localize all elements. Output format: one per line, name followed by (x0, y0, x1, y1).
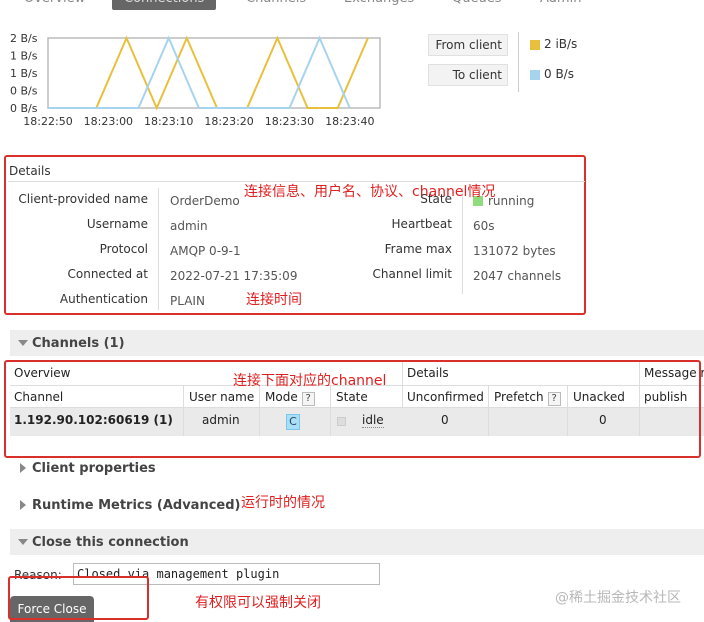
authentication-label: Authentication (59, 292, 148, 306)
details-right-divider (462, 188, 463, 294)
top-tabs: Overview Connections Channels Exchanges … (0, 0, 704, 10)
details-annotation: 连接信息、用户名、协议、channel情况 (244, 184, 496, 200)
data-rates-chart: 2 B/s 1 B/s 1 B/s 0 B/s 0 B/s 18:22:50 18:23:0… (0, 30, 420, 135)
close-connection-section-header[interactable]: Close this connection (10, 529, 704, 555)
legend-row-from-client: From client 2 iB/s (428, 34, 598, 60)
runtime-annotation: 运行时的情况 (241, 495, 325, 511)
channel-limit-value: 2047 channels (473, 269, 562, 283)
y-tick-label: 0 B/s (10, 102, 38, 115)
x-tick-label: 18:22:50 (23, 115, 72, 128)
details-title: Details (9, 164, 51, 178)
to-client-rate: 0 B/s (544, 67, 574, 81)
x-tick-label: 18:23:10 (144, 115, 193, 128)
tab-admin[interactable]: Admin (540, 0, 581, 10)
x-tick-label: 18:23:40 (325, 115, 374, 128)
heartbeat-value: 60s (473, 219, 495, 233)
watermark-text: @稀土掘金技术社区 (555, 590, 681, 606)
protocol-value: AMQP 0-9-1 (170, 244, 241, 258)
tab-channels[interactable]: Channels (246, 0, 306, 10)
frame-max-label: Frame max (384, 242, 452, 256)
legend-row-to-client: To client 0 B/s (428, 64, 598, 90)
client-name-value: OrderDemo (170, 194, 240, 208)
tab-connections[interactable]: Connections (112, 0, 217, 10)
x-tick-label: 18:23:00 (84, 115, 133, 128)
runtime-metrics-title: Runtime Metrics (Advanced) (32, 498, 241, 513)
client-name-label: Client-provided name (18, 192, 148, 206)
tab-queues[interactable]: Queues (452, 0, 501, 10)
close-highlight-box (8, 576, 149, 620)
runtime-metrics-section-header[interactable]: Runtime Metrics (Advanced) (10, 492, 704, 518)
protocol-label: Protocol (99, 242, 148, 256)
from-client-rate: 2 iB/s (544, 37, 578, 51)
chevron-right-icon (20, 463, 26, 473)
connected-at-value: 2022-07-21 17:35:09 (170, 269, 298, 283)
to-client-button[interactable]: To client (428, 64, 508, 86)
frame-max-value: 131072 bytes (473, 244, 556, 258)
channels-annotation: 连接下面对应的channel (233, 373, 387, 389)
chevron-down-icon (18, 340, 28, 346)
y-tick-label: 1 B/s (10, 50, 38, 63)
client-properties-section-header[interactable]: Client properties (10, 455, 704, 481)
chevron-right-icon (20, 500, 26, 510)
y-tick-label: 1 B/s (10, 67, 38, 80)
channels-section-title: Channels (1) (32, 336, 125, 351)
tab-overview[interactable]: Overview (24, 0, 85, 10)
authentication-value: PLAIN (170, 294, 205, 308)
close-annotation: 有权限可以强制关闭 (195, 595, 321, 611)
connected-annotation: 连接时间 (246, 292, 302, 308)
channels-section-header[interactable]: Channels (1) (10, 330, 704, 356)
username-label: Username (86, 217, 148, 231)
tab-exchanges[interactable]: Exchanges (344, 0, 414, 10)
to-client-swatch (530, 70, 540, 80)
plot-area (47, 37, 381, 109)
close-connection-title: Close this connection (32, 535, 189, 550)
from-client-swatch (530, 40, 540, 50)
client-properties-title: Client properties (32, 461, 156, 476)
channel-limit-label: Channel limit (372, 267, 452, 281)
x-tick-label: 18:23:20 (204, 115, 253, 128)
details-left-divider (158, 188, 159, 310)
y-tick-label: 2 B/s (10, 32, 38, 45)
from-client-button[interactable]: From client (428, 34, 508, 56)
y-tick-label: 0 B/s (10, 85, 38, 98)
x-tick-label: 18:23:30 (265, 115, 314, 128)
chart-legend: From client 2 iB/s To client 0 B/s (428, 32, 598, 94)
username-value: admin (170, 219, 208, 233)
chart-svg: 2 B/s1 B/s1 B/s0 B/s0 B/s18:22:50 18:23:0… (10, 32, 381, 128)
heartbeat-label: Heartbeat (391, 217, 452, 231)
connected-at-label: Connected at (67, 267, 149, 281)
chevron-down-icon (18, 539, 28, 545)
